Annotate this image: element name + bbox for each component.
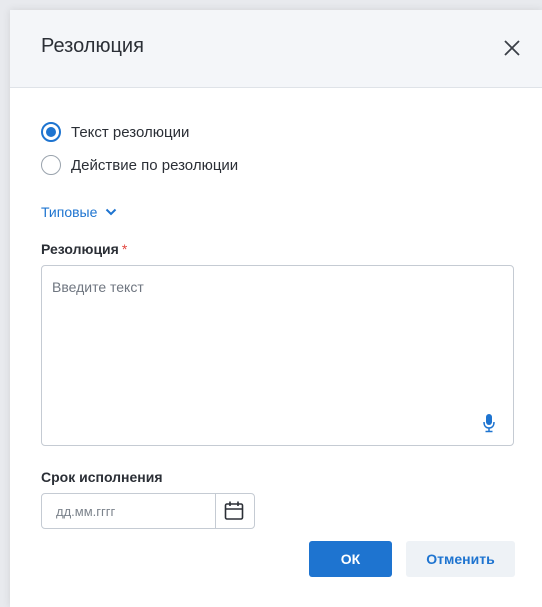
chevron-down-icon [106,208,117,216]
resolution-field-label: Резолюция * [41,241,127,257]
calendar-icon [224,501,244,520]
resolution-textarea[interactable]: Введите текст [41,265,514,446]
radio-button-checked[interactable] [41,122,61,142]
radio-label-text-resolution: Текст резолюции [71,123,190,141]
microphone-icon [483,414,495,433]
radio-resolution-action[interactable]: Действие по резолюции [41,153,238,177]
radio-button-unchecked[interactable] [41,155,61,175]
required-mark: * [121,241,128,257]
ok-button[interactable]: ОК [309,541,392,577]
dialog-header: Резолюция [10,10,542,88]
cancel-button[interactable]: Отменить [406,541,515,577]
deadline-field-label: Срок исполнения [41,469,163,485]
voice-input-button[interactable] [481,412,497,434]
radio-label-resolution-action: Действие по резолюции [71,156,239,174]
resolution-dialog: Резолюция Текст резолюции Действие по ре… [10,10,542,607]
calendar-button[interactable] [222,499,246,523]
resolution-placeholder: Введите текст [52,279,144,295]
close-icon [504,40,520,56]
date-placeholder: дд.мм.гггг [56,504,116,519]
close-button[interactable] [499,35,525,61]
typical-label: Типовые [41,204,98,220]
typical-dropdown-toggle[interactable]: Типовые [41,204,117,220]
dialog-title: Резолюция [41,35,144,57]
radio-text-resolution[interactable]: Текст резолюции [41,120,189,144]
deadline-date-input[interactable]: дд.мм.гггг [41,493,255,529]
date-divider [215,494,216,528]
resolution-label-text: Резолюция [41,241,119,257]
